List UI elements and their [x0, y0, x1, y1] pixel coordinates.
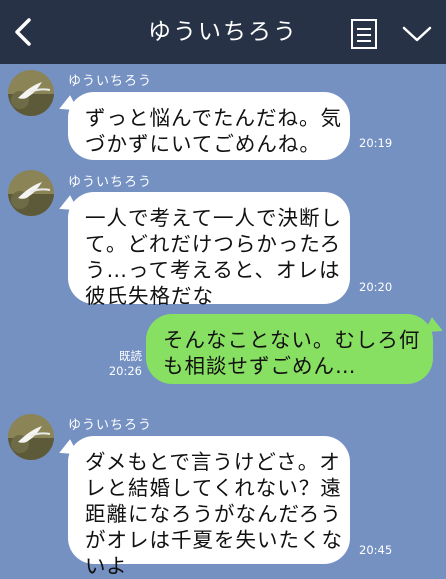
read-receipt: 既読 20:26	[108, 349, 142, 379]
message-text: レと結婚してくれない？遠	[85, 476, 342, 500]
message-text: ずっと悩んでたんだね。気	[85, 106, 342, 130]
read-label: 既読	[119, 349, 142, 363]
message-text: そんなことない。むしろ何	[163, 328, 421, 352]
sender-name: ゆういちろう	[68, 418, 153, 433]
message-text: 一人で考えて一人で決断し	[85, 206, 342, 230]
message-text: て。どれだけつらかったろ	[85, 232, 342, 256]
timestamp: 20:45	[359, 543, 393, 557]
message-text: ダメもとで言うけどさ。オ	[85, 450, 341, 474]
timestamp: 20:19	[359, 136, 393, 150]
message-text: づかずにいてごめんね。	[85, 132, 321, 156]
avatar[interactable]	[8, 414, 54, 460]
message-text: も相談せずごめん…	[163, 354, 357, 378]
message-bubble[interactable]: そんなことない。むしろ何 も相談せずごめん…	[146, 314, 433, 384]
message-text: がオレは千夏を失いたくな	[85, 528, 343, 552]
chevron-down-icon[interactable]	[400, 22, 434, 46]
message-bubble[interactable]: 一人で考えて一人で決断し て。どれだけつらかったろ う…って考えると、オレは 彼…	[68, 192, 350, 308]
timestamp: 20:20	[359, 280, 393, 294]
message-bubble[interactable]: ずっと悩んでたんだね。気 づかずにいてごめんね。	[68, 92, 350, 160]
message-text: 彼氏失格だな	[85, 284, 214, 308]
chat-header: ゆういちろう	[0, 0, 446, 64]
message-bubble[interactable]: ダメもとで言うけどさ。オ レと結婚してくれない？遠 距離になろうがなんだろう が…	[68, 436, 350, 578]
avatar[interactable]	[8, 170, 54, 216]
chat-title: ゆういちろう	[148, 19, 298, 45]
notes-icon[interactable]	[350, 18, 378, 50]
message-text: う…って考えると、オレは	[85, 258, 341, 282]
message-text: 距離になろうがなんだろう	[85, 502, 342, 526]
sender-name: ゆういちろう	[68, 175, 153, 190]
avatar[interactable]	[8, 70, 54, 116]
sender-name: ゆういちろう	[68, 74, 153, 89]
timestamp: 20:26	[108, 364, 142, 378]
message-text: いよ	[85, 554, 128, 578]
